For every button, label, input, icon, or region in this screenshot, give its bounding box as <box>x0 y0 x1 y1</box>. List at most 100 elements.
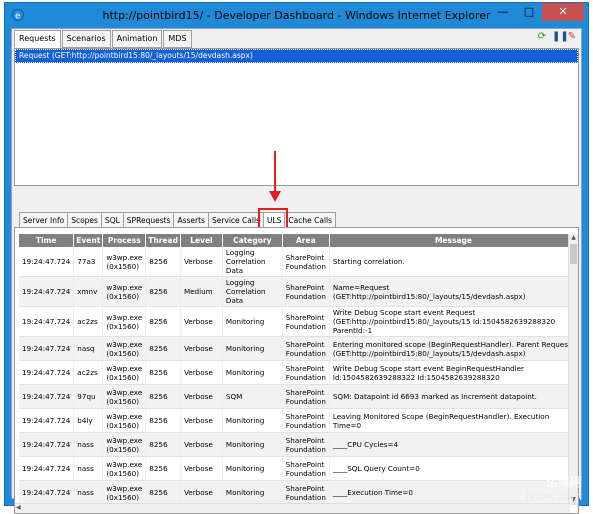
tab-requests[interactable]: Requests <box>14 30 61 48</box>
cell-message: Name=Request (GET:http://pointbird15:80/… <box>329 277 577 307</box>
dashboard-client-area: Requests Scenarios Animation MDS ⟳ ❚❚ ✎ … <box>11 28 582 499</box>
column-header[interactable]: Process <box>103 234 146 247</box>
cell-level: Verbose <box>180 385 222 409</box>
cell-category: Logging Correlation Data <box>222 247 282 277</box>
cell-time: 19:24:47.724 <box>19 385 74 409</box>
table-row[interactable]: 19:24:47.72497quw3wp.exe (0x1560)8256Ver… <box>19 385 578 409</box>
refresh-icon[interactable]: ⟳ <box>537 32 547 42</box>
cell-category: Monitoring <box>222 361 282 385</box>
cell-thread: 8256 <box>146 247 181 277</box>
cell-category: Monitoring <box>222 409 282 433</box>
cell-level: Verbose <box>180 307 222 337</box>
column-header[interactable]: Message <box>329 234 577 247</box>
column-header[interactable]: Thread <box>146 234 181 247</box>
cell-event: nass <box>74 481 103 505</box>
cell-event: 77a3 <box>74 247 103 277</box>
cell-area: SharePoint Foundation <box>282 481 329 505</box>
tab-animation[interactable]: Animation <box>112 30 163 48</box>
maximize-button[interactable]: □ <box>516 3 542 21</box>
scroll-left-icon[interactable]: ◀ <box>16 504 21 511</box>
column-header[interactable]: Area <box>282 234 329 247</box>
cell-time: 19:24:47.724 <box>19 307 74 337</box>
cell-event: ac2zs <box>74 361 103 385</box>
table-row[interactable]: 19:24:47.724ac2zsw3wp.exe (0x1560)8256Ve… <box>19 307 578 337</box>
cell-category: Monitoring <box>222 481 282 505</box>
horizontal-scrollbar[interactable]: ◀ <box>15 503 570 513</box>
ie-window: e http://pointbird15/ - Developer Dashbo… <box>4 2 589 506</box>
cell-area: SharePoint Foundation <box>282 337 329 361</box>
cell-event: 97qu <box>74 385 103 409</box>
table-row[interactable]: 19:24:47.724ac2zsw3wp.exe (0x1560)8256Ve… <box>19 361 578 385</box>
cell-thread: 8256 <box>146 457 181 481</box>
watermark-line2: iyunv.com <box>512 490 582 503</box>
minimize-button[interactable]: — <box>490 3 516 21</box>
cell-level: Verbose <box>180 409 222 433</box>
cell-level: Verbose <box>180 361 222 385</box>
cell-thread: 8256 <box>146 277 181 307</box>
vertical-scrollbar[interactable]: ▲ ▼ <box>568 234 578 504</box>
pause-icon[interactable]: ❚❚ <box>552 32 562 42</box>
cell-event: xmnv <box>74 277 103 307</box>
scroll-thumb[interactable] <box>570 244 577 264</box>
cell-process: w3wp.exe (0x1560) <box>103 409 146 433</box>
table-row[interactable]: 19:24:47.72477a3w3wp.exe (0x1560)8256Ver… <box>19 247 578 277</box>
table-row[interactable]: 19:24:47.724nasqw3wp.exe (0x1560)8256Ver… <box>19 337 578 361</box>
cell-thread: 8256 <box>146 337 181 361</box>
table-row[interactable]: 19:24:47.724nassw3wp.exe (0x1560)8256Ver… <box>19 433 578 457</box>
cell-message: Leaving Monitored Scope (BeginRequestHan… <box>329 409 577 433</box>
cell-time: 19:24:47.724 <box>19 481 74 505</box>
red-arrow-icon <box>269 151 281 203</box>
cell-event: nass <box>74 457 103 481</box>
column-header[interactable]: Event <box>74 234 103 247</box>
cell-message: Write Debug Scope start event Request (G… <box>329 307 577 337</box>
table-row[interactable]: 19:24:47.724nassw3wp.exe (0x1560)8256Ver… <box>19 457 578 481</box>
tab-mds[interactable]: MDS <box>163 30 191 48</box>
cell-process: w3wp.exe (0x1560) <box>103 361 146 385</box>
close-button[interactable]: ✕ <box>542 3 584 21</box>
cell-message: Entering monitored scope (BeginRequestHa… <box>329 337 577 361</box>
uls-log-grid: Time Event Process Thread Level Category… <box>14 227 579 514</box>
main-tabs: Requests Scenarios Animation MDS <box>14 30 193 48</box>
tab-scenarios[interactable]: Scenarios <box>62 30 111 48</box>
cell-area: SharePoint Foundation <box>282 247 329 277</box>
cell-event: b4ly <box>74 409 103 433</box>
cell-process: w3wp.exe (0x1560) <box>103 433 146 457</box>
cell-time: 19:24:47.724 <box>19 361 74 385</box>
cell-process: w3wp.exe (0x1560) <box>103 385 146 409</box>
cell-level: Verbose <box>180 481 222 505</box>
title-bar: e http://pointbird15/ - Developer Dashbo… <box>5 3 588 29</box>
eraser-icon[interactable]: ✎ <box>567 32 577 42</box>
column-header[interactable]: Level <box>180 234 222 247</box>
column-header[interactable]: Time <box>19 234 74 247</box>
table-row[interactable]: 19:24:47.724b4lyw3wp.exe (0x1560)8256Ver… <box>19 409 578 433</box>
cell-process: w3wp.exe (0x1560) <box>103 481 146 505</box>
cell-level: Medium <box>180 277 222 307</box>
cell-process: w3wp.exe (0x1560) <box>103 277 146 307</box>
cell-level: Verbose <box>180 433 222 457</box>
table-row[interactable]: 19:24:47.724nassw3wp.exe (0x1560)8256Ver… <box>19 481 578 505</box>
watermark-line1: 运维网 <box>512 473 582 490</box>
cell-thread: 8256 <box>146 433 181 457</box>
cell-area: SharePoint Foundation <box>282 457 329 481</box>
cell-level: Verbose <box>180 337 222 361</box>
uls-table: Time Event Process Thread Level Category… <box>19 234 578 514</box>
cell-thread: 8256 <box>146 385 181 409</box>
cell-area: SharePoint Foundation <box>282 361 329 385</box>
cell-category: Monitoring <box>222 433 282 457</box>
cell-category: Monitoring <box>222 307 282 337</box>
cell-message: SQM: Datapoint id 6693 marked as Increme… <box>329 385 577 409</box>
cell-time: 19:24:47.724 <box>19 433 74 457</box>
cell-event: nasq <box>74 337 103 361</box>
request-item-selected[interactable]: Request (GET:http://pointbird15:80/_layo… <box>15 49 578 63</box>
toolbar: ⟳ ❚❚ ✎ <box>537 32 577 42</box>
cell-level: Verbose <box>180 457 222 481</box>
window-controls: — □ ✕ <box>490 3 584 23</box>
column-header[interactable]: Category <box>222 234 282 247</box>
table-row[interactable]: 19:24:47.724xmnvw3wp.exe (0x1560)8256Med… <box>19 277 578 307</box>
cell-message: Write Debug Scope start event BeginReque… <box>329 361 577 385</box>
cell-area: SharePoint Foundation <box>282 307 329 337</box>
cell-time: 19:24:47.724 <box>19 337 74 361</box>
cell-category: Logging Correlation Data <box>222 277 282 307</box>
scroll-up-icon[interactable]: ▲ <box>569 234 578 242</box>
cell-process: w3wp.exe (0x1560) <box>103 247 146 277</box>
